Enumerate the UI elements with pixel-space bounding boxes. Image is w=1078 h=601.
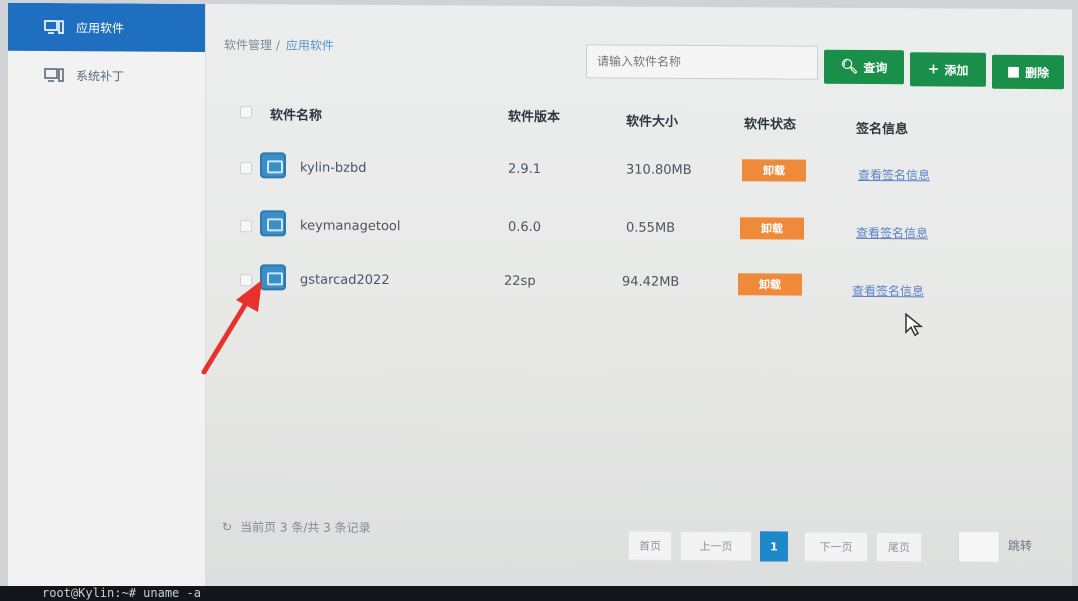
software-size: 310.80MB: [626, 162, 692, 178]
first-page-button[interactable]: 首页: [628, 530, 672, 561]
breadcrumb-parent[interactable]: 软件管理 /: [224, 38, 280, 52]
trash-icon: ■: [1006, 63, 1021, 80]
package-icon: [260, 210, 286, 237]
terminal-text: root@Kylin:~# uname -a: [42, 586, 201, 600]
delete-button[interactable]: ■ 删除: [992, 54, 1064, 90]
sidebar-item-label: 系统补丁: [76, 68, 125, 83]
view-signature-link[interactable]: 查看签名信息: [856, 224, 928, 241]
column-header-status[interactable]: 软件状态: [744, 113, 796, 132]
mouse-cursor-icon: [905, 312, 924, 337]
sidebar-item-app-software[interactable]: 应用软件: [8, 2, 205, 52]
refresh-icon[interactable]: ↻: [222, 520, 232, 534]
software-version: 2.9.1: [508, 161, 542, 178]
software-name: gstarcad2022: [300, 272, 390, 289]
page-number-current[interactable]: 1: [760, 531, 788, 562]
query-button[interactable]: 🔍︎ 查询: [824, 49, 904, 85]
select-all-checkbox[interactable]: [240, 106, 252, 119]
monitor-icon: [44, 68, 64, 82]
column-header-name[interactable]: 软件名称: [270, 104, 322, 123]
column-header-size[interactable]: 软件大小: [626, 111, 678, 130]
package-icon: [260, 152, 286, 179]
uninstall-button[interactable]: 卸载: [740, 217, 804, 240]
breadcrumb-current: 应用软件: [285, 38, 334, 53]
delete-label: 删除: [1025, 65, 1050, 80]
breadcrumb: 软件管理 / 应用软件: [224, 36, 334, 54]
record-summary-text: 当前页 3 条/共 3 条记录: [240, 520, 371, 535]
plus-icon: +: [927, 61, 940, 78]
software-size: 0.55MB: [626, 220, 676, 236]
software-version: 0.6.0: [508, 219, 542, 236]
software-name: keymanagetool: [300, 218, 401, 235]
row-checkbox[interactable]: [240, 162, 252, 175]
table-row[interactable]: gstarcad2022 22sp 94.42MB 卸载 查看签名信息: [8, 253, 1072, 315]
monitor-icon: [44, 20, 64, 34]
software-version: 22sp: [504, 273, 536, 289]
table-row[interactable]: keymanagetool 0.6.0 0.55MB 卸载 查看签名信息: [8, 199, 1072, 261]
table-header: 软件名称 软件版本 软件大小 软件状态 签名信息: [8, 91, 1072, 141]
search-icon: 🔍︎: [840, 58, 859, 75]
uninstall-button[interactable]: 卸载: [742, 159, 806, 182]
view-signature-link[interactable]: 查看签名信息: [858, 166, 930, 183]
query-label: 查询: [863, 60, 888, 75]
add-label: 添加: [944, 62, 969, 78]
software-name: kylin-bzbd: [300, 160, 367, 176]
software-size: 94.42MB: [622, 274, 680, 290]
column-header-version[interactable]: 软件版本: [508, 106, 560, 125]
last-page-button[interactable]: 尾页: [876, 532, 922, 563]
jump-button[interactable]: 跳转: [1008, 537, 1032, 554]
table-row[interactable]: kylin-bzbd 2.9.1 310.80MB 卸载 查看签名信息: [8, 141, 1072, 203]
row-checkbox[interactable]: [240, 220, 252, 233]
uninstall-button[interactable]: 卸载: [738, 273, 802, 296]
column-header-signature[interactable]: 签名信息: [856, 118, 908, 137]
app-window: 应用软件 系统补丁 软件管理 / 应用软件 🔍︎ 查询 + 添加 ■ 删除 软件名…: [8, 2, 1072, 596]
add-button[interactable]: + 添加: [910, 52, 986, 87]
annotation-arrow-icon: [201, 280, 262, 375]
next-page-button[interactable]: 下一页: [804, 531, 868, 563]
terminal-strip: root@Kylin:~# uname -a: [0, 586, 1078, 601]
page-jump-input[interactable]: [958, 530, 1000, 563]
prev-page-button[interactable]: 上一页: [680, 530, 752, 562]
sidebar-item-label: 应用软件: [76, 20, 125, 35]
search-input[interactable]: [586, 44, 818, 80]
view-signature-link[interactable]: 查看签名信息: [852, 282, 924, 299]
record-summary: ↻ 当前页 3 条/共 3 条记录: [222, 518, 371, 536]
